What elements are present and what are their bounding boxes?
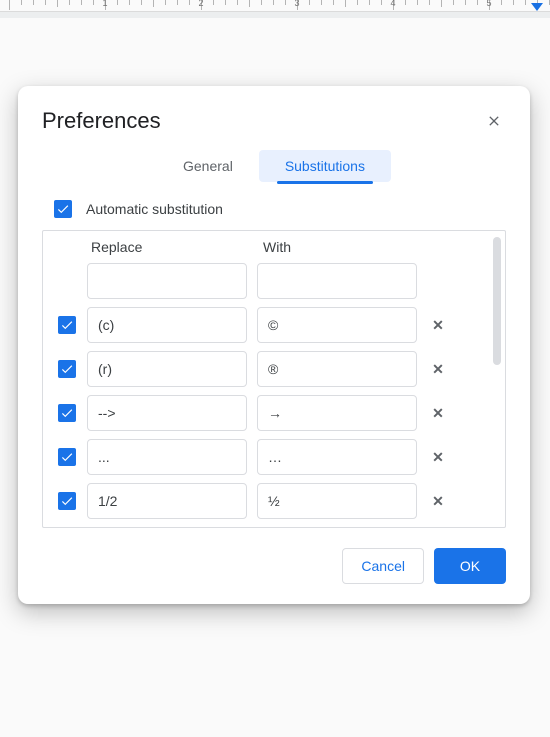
tab-substitutions[interactable]: Substitutions: [259, 150, 391, 182]
table-row: ✕: [43, 479, 491, 523]
row-checkbox[interactable]: [58, 492, 76, 510]
scrollbar[interactable]: [493, 237, 501, 365]
close-icon[interactable]: [482, 109, 506, 133]
replace-input[interactable]: [87, 395, 247, 431]
dialog-footer: Cancel OK: [18, 528, 530, 584]
row-checkbox[interactable]: [58, 316, 76, 334]
with-input[interactable]: [257, 483, 417, 519]
tabs: General Substitutions: [18, 144, 530, 196]
delete-row-icon[interactable]: ✕: [427, 361, 449, 378]
row-checkbox[interactable]: [58, 448, 76, 466]
row-checkbox[interactable]: [58, 360, 76, 378]
substitutions-table: Replace With ✕ ✕ ✕ ✕ ✕ ✕ ✕: [42, 230, 506, 528]
table-row: ✕: [43, 347, 491, 391]
row-checkbox-slot: [57, 492, 77, 510]
tab-general[interactable]: General: [157, 150, 259, 182]
delete-row-icon[interactable]: ✕: [427, 405, 449, 422]
row-checkbox-slot: [57, 360, 77, 378]
replace-input[interactable]: [87, 263, 247, 299]
automatic-substitution-row: Automatic substitution: [18, 196, 530, 230]
row-checkbox[interactable]: [58, 404, 76, 422]
table-row: ✕: [43, 435, 491, 479]
automatic-substitution-checkbox[interactable]: [54, 200, 72, 218]
cancel-button[interactable]: Cancel: [342, 548, 424, 584]
with-input[interactable]: [257, 395, 417, 431]
ok-button[interactable]: OK: [434, 548, 506, 584]
dialog-title: Preferences: [42, 108, 161, 134]
delete-row-icon[interactable]: ✕: [427, 493, 449, 510]
row-checkbox-slot: [57, 316, 77, 334]
table-row: ✕: [43, 391, 491, 435]
column-header-with: With: [263, 239, 291, 255]
replace-input[interactable]: [87, 483, 247, 519]
table-row: ✕: [43, 303, 491, 347]
row-checkbox-slot: [57, 448, 77, 466]
with-input[interactable]: [257, 439, 417, 475]
preferences-dialog: Preferences General Substitutions Automa…: [18, 86, 530, 604]
row-checkbox-slot: [57, 404, 77, 422]
with-input[interactable]: [257, 263, 417, 299]
column-header-replace: Replace: [91, 239, 142, 255]
delete-row-icon[interactable]: ✕: [427, 317, 449, 334]
replace-input[interactable]: [87, 351, 247, 387]
with-input[interactable]: [257, 307, 417, 343]
replace-input[interactable]: [87, 439, 247, 475]
with-input[interactable]: [257, 351, 417, 387]
delete-row-icon[interactable]: ✕: [427, 449, 449, 466]
table-row: ✕: [43, 523, 491, 527]
table-row: ✕: [43, 259, 491, 303]
automatic-substitution-label: Automatic substitution: [86, 201, 223, 217]
replace-input[interactable]: [87, 307, 247, 343]
